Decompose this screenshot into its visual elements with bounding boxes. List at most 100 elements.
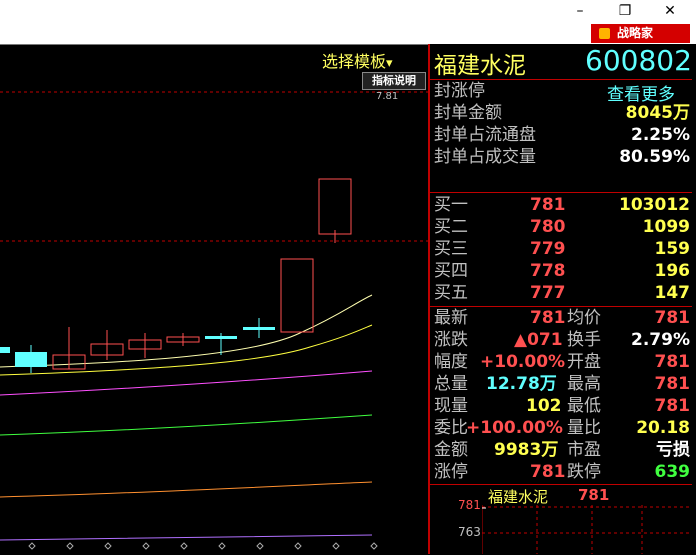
amp-label: 幅度 xyxy=(434,352,468,372)
ma-line-2 xyxy=(0,324,373,376)
restore-button[interactable]: ❐ xyxy=(610,2,640,20)
quote-row: 总量 12.78万 最高 781 xyxy=(434,373,690,395)
cube-icon xyxy=(599,28,610,39)
template-label: 选择模板 xyxy=(322,52,387,71)
ma-line-5 xyxy=(0,481,373,498)
divider xyxy=(430,192,692,193)
limit-up-value: 781 xyxy=(530,462,566,482)
avg-label: 均价 xyxy=(567,308,601,328)
limit-row: 封单占成交量 80.59% xyxy=(434,146,690,168)
bid-row[interactable]: 买三 779 159 xyxy=(434,238,690,260)
limit-value: 80.59% xyxy=(619,147,690,167)
latest-label: 最新 xyxy=(434,308,468,328)
limit-label: 封涨停 xyxy=(434,81,485,101)
current-volume-value: 102 xyxy=(526,396,562,416)
quote-row: 涨停 781 跌停 639 xyxy=(434,461,690,483)
high-value: 781 xyxy=(654,374,691,394)
open-value: 781 xyxy=(654,352,691,372)
bid-label: 买四 xyxy=(434,261,468,281)
limit-row: 封单金额 8045万 xyxy=(434,102,690,124)
change-value: ▲071 xyxy=(514,330,563,350)
bid-row[interactable]: 买五 777 147 xyxy=(434,282,690,304)
candle xyxy=(0,347,10,353)
limit-value: 2.25% xyxy=(631,125,690,145)
pe-label: 市盈 xyxy=(567,440,601,460)
low-label: 最低 xyxy=(567,396,601,416)
kline-chart[interactable] xyxy=(0,44,428,555)
bid-row[interactable]: 买一 781 103012 xyxy=(434,194,690,216)
divider xyxy=(430,484,692,485)
limit-row: 封涨停 xyxy=(434,80,485,102)
candle xyxy=(280,258,314,333)
avg-value: 781 xyxy=(654,308,691,328)
limit-row: 封单占流通盘 2.25% xyxy=(434,124,690,146)
candle xyxy=(205,336,237,339)
limit-value: 8045万 xyxy=(625,103,690,123)
limit-up-label: 涨停 xyxy=(434,462,468,482)
limit-label: 封单金额 xyxy=(434,103,502,123)
turnover-label: 换手 xyxy=(567,330,601,350)
template-selector[interactable]: 选择模板▾ xyxy=(322,48,393,72)
volume-ratio-value: 20.18 xyxy=(636,418,690,438)
ma-line-3 xyxy=(0,370,373,396)
indicator-button[interactable]: 指标说明 xyxy=(362,72,426,90)
brand-button[interactable]: 战略家 xyxy=(591,24,690,43)
quote-row: 最新 781 均价 781 xyxy=(434,307,690,329)
bid-label: 买三 xyxy=(434,239,468,259)
turnover-value: 2.79% xyxy=(631,330,690,350)
bid-label: 买五 xyxy=(434,283,468,303)
chevron-down-icon: ▾ xyxy=(386,56,393,71)
mini-tick-low: 763 xyxy=(458,525,481,539)
limit-label: 封单占流通盘 xyxy=(434,125,536,145)
mini-chart-title: 福建水泥 xyxy=(488,488,549,506)
mini-tick-high: 781 xyxy=(458,498,481,512)
amount-label: 金额 xyxy=(434,440,468,460)
brand-label: 战略家 xyxy=(617,26,654,40)
stock-code: 600802 xyxy=(585,44,692,77)
minimize-button[interactable]: – xyxy=(565,2,595,20)
bid-volume: 159 xyxy=(654,239,691,259)
bid-label: 买一 xyxy=(434,195,468,215)
mini-chart-price: 781 xyxy=(578,486,610,504)
close-button[interactable]: ✕ xyxy=(655,2,685,20)
bid-label: 买二 xyxy=(434,217,468,237)
order-ratio-value: +100.00% xyxy=(466,418,563,438)
low-value: 781 xyxy=(654,396,691,416)
pe-value: 亏损 xyxy=(656,440,690,460)
quote-row: 涨跌 ▲071 换手 2.79% xyxy=(434,329,690,351)
order-ratio-label: 委比 xyxy=(434,418,468,438)
quote-row: 现量 102 最低 781 xyxy=(434,395,690,417)
stock-name: 福建水泥 xyxy=(434,53,526,79)
title-bar: – ❐ ✕ 战略家 xyxy=(0,0,696,44)
candle xyxy=(318,178,352,235)
price-readout: 7.81 xyxy=(376,91,399,102)
ma-line-4 xyxy=(0,414,373,436)
bid-price: 780 xyxy=(530,217,566,237)
bid-price: 781 xyxy=(530,195,566,215)
limit-label: 封单占成交量 xyxy=(434,147,536,167)
axis-markers xyxy=(28,542,378,550)
candle xyxy=(243,327,275,330)
bid-volume: 1099 xyxy=(642,217,690,237)
candle xyxy=(15,352,47,367)
change-label: 涨跌 xyxy=(434,330,468,350)
bid-row[interactable]: 买二 780 1099 xyxy=(434,216,690,238)
bid-volume: 147 xyxy=(654,283,691,303)
volume-ratio-label: 量比 xyxy=(567,418,601,438)
kline-svg xyxy=(0,91,428,550)
volume-value: 12.78万 xyxy=(486,374,557,394)
amp-value: +10.00% xyxy=(480,352,566,372)
quote-row: 金额 9983万 市盈 亏损 xyxy=(434,439,690,461)
current-volume-label: 现量 xyxy=(434,396,468,416)
latest-value: 781 xyxy=(530,308,566,328)
bid-row[interactable]: 买四 778 196 xyxy=(434,260,690,282)
mini-chart[interactable] xyxy=(482,505,692,554)
quote-row: 幅度 +10.00% 开盘 781 xyxy=(434,351,690,373)
bid-volume: 196 xyxy=(654,261,691,281)
amount-value: 9983万 xyxy=(494,440,559,460)
bid-price: 779 xyxy=(530,239,566,259)
bid-price: 777 xyxy=(530,283,566,303)
ma-line-6 xyxy=(0,534,373,541)
ma-line-1 xyxy=(0,294,373,368)
quote-row: 委比 +100.00% 量比 20.18 xyxy=(434,417,690,439)
